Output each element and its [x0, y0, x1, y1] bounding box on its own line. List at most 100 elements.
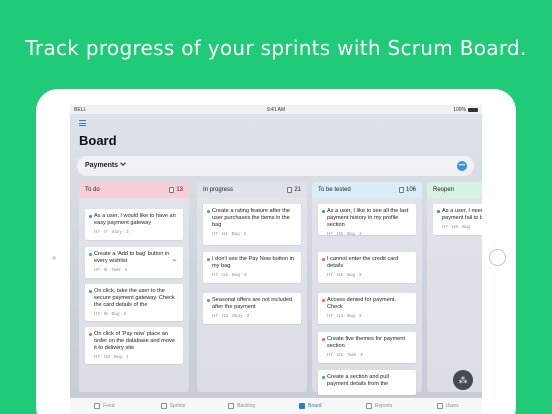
story-card[interactable]: As a user, I need box if my payment fail… — [433, 204, 482, 235]
story-card[interactable]: I don't see the Pay Now button in my bag… — [203, 252, 301, 283]
tab-sprints[interactable]: Sprints — [139, 398, 208, 414]
tab-label: Backlog — [237, 403, 256, 409]
chevron-down-icon — [120, 160, 126, 166]
story-card[interactable]: Access denied for payment. Check H7 · I14… — [318, 293, 416, 324]
board-icon — [299, 403, 306, 409]
column-title: To do — [85, 187, 100, 193]
card-meta: H7 · I13 · Story · 3 — [212, 312, 250, 318]
card-meta: H7 · I14 · Bug · 3 — [327, 312, 362, 318]
cards-icon — [398, 187, 404, 193]
column-header[interactable]: To do 13 — [79, 182, 189, 198]
story-card[interactable]: On click, take the user to the secure pa… — [85, 284, 183, 321]
project-selector[interactable]: Payments — [85, 160, 126, 169]
story-card[interactable]: On click of 'Pay now' place an order on … — [85, 327, 183, 364]
tab-bar: Feed Sprints Backlog Board Reports Users — [70, 397, 482, 414]
app-screen: BELL 9:41 AM 100% Board Payments ••• To … — [70, 105, 482, 414]
card-meta: H7 · I12 · Bug · 3 — [212, 271, 247, 277]
reports-icon — [365, 403, 372, 409]
priority-dot-icon — [322, 338, 325, 341]
priority-dot-icon — [89, 253, 92, 256]
story-card[interactable]: As a user, I would like to have an easy … — [85, 209, 183, 240]
column-count-value: 21 — [294, 187, 301, 193]
hamburger-menu-icon[interactable] — [79, 120, 86, 128]
card-meta: H7 · I10 · Bug · 1 — [94, 353, 129, 359]
home-button[interactable] — [489, 249, 506, 266]
card-title: Create a 'Add to bag' button in every wi… — [94, 251, 170, 264]
story-card[interactable]: As a user, I like to see all the last pa… — [318, 204, 416, 236]
column-count: 106 — [398, 187, 416, 193]
priority-dot-icon — [89, 215, 92, 218]
column-title: To be tested — [318, 187, 351, 193]
card-title: I cannot enter the credit card details — [327, 256, 399, 269]
card-title: On click of 'Pay now' place an order on … — [94, 331, 175, 351]
story-card[interactable]: Seasonal offers are not included after t… — [203, 293, 301, 324]
priority-dot-icon — [207, 299, 210, 302]
card-title: Create five themes for payment section — [327, 336, 406, 349]
column-count: 21 — [287, 187, 301, 193]
priority-dot-icon — [437, 210, 440, 213]
story-card[interactable]: I cannot enter the credit card details H7… — [318, 252, 416, 283]
battery-icon — [468, 108, 478, 112]
tab-reports[interactable]: Reports — [345, 398, 414, 414]
card-title: As a user, I would like to have an easy … — [94, 213, 176, 226]
status-bar: BELL 9:41 AM 100% — [70, 105, 482, 114]
feed-icon — [94, 403, 101, 409]
card-meta: H7 · I18 · Bug — [442, 223, 471, 229]
users-icon — [436, 403, 443, 409]
card-title: As a user, I like to see all the last pa… — [327, 208, 409, 228]
project-filter-bar: Payments ••• — [77, 156, 474, 176]
card-meta: H7 · I11 · Bug · 3 — [212, 230, 247, 236]
priority-dot-icon — [322, 258, 325, 261]
battery-label: 100% — [453, 107, 466, 113]
priority-dot-icon — [322, 210, 325, 213]
card-meta: H7 · I9 · Bug · 3 — [94, 310, 127, 316]
card-title: I don't see the Pay Now button in my bag — [212, 256, 294, 269]
board-column: To be tested 106 As a user, I like to see … — [312, 182, 422, 395]
tab-board[interactable]: Board — [276, 398, 345, 414]
tab-label: Sprints — [169, 403, 186, 409]
project-name: Payments — [85, 162, 119, 169]
tab-users[interactable]: Users — [413, 398, 482, 414]
priority-dot-icon — [207, 210, 210, 213]
card-title: On click, take the user to the secure pa… — [94, 288, 175, 308]
story-card[interactable]: Create five themes for payment section H7… — [318, 332, 416, 363]
sprints-icon — [160, 403, 167, 409]
priority-dot-icon — [89, 333, 92, 336]
tab-label: Board — [308, 403, 322, 409]
camera-icon — [52, 256, 56, 260]
column-header[interactable]: In progress 21 — [197, 182, 307, 198]
priority-dot-icon — [207, 258, 210, 261]
column-header[interactable]: Reopen — [427, 182, 482, 198]
story-card[interactable]: Create a section and pull payment detail… — [318, 370, 416, 395]
card-meta: H7 · I13 · Task · 3 — [327, 351, 363, 357]
page-title: Board — [79, 133, 117, 148]
cards-icon — [287, 187, 293, 193]
column-count-value: 13 — [176, 187, 183, 193]
column-count-value: 106 — [405, 187, 416, 193]
column-count: 13 — [169, 187, 183, 193]
column-title: In progress — [203, 187, 234, 193]
card-title: Access denied for payment. Check — [327, 297, 397, 310]
more-options-icon[interactable]: ••• — [457, 161, 467, 171]
board-column: Reopen As a user, I need box if my paymen… — [427, 182, 482, 392]
tab-feed[interactable]: Feed — [70, 398, 139, 414]
column-header[interactable]: To be tested 106 — [312, 182, 422, 198]
board-column: To do 13 As a user, I would like to have a… — [79, 182, 189, 392]
card-meta: H7 · I8 · Task · 3 — [94, 266, 128, 272]
battery-indicator: 100% — [453, 107, 478, 113]
card-meta: H7 · I7 · Story · 3 — [94, 228, 129, 234]
story-card[interactable]: Create a rating feature after the user p… — [203, 204, 301, 245]
tab-backlog[interactable]: Backlog — [207, 398, 276, 414]
card-meta: H7 · I15 · Bug · 3 — [327, 230, 362, 236]
priority-dot-icon — [322, 299, 325, 302]
board-column: In progress 21 Create a rating feature aft… — [197, 182, 307, 392]
tab-label: Users — [445, 403, 459, 409]
card-title: As a user, I need box if my payment fail… — [442, 208, 482, 221]
cards-icon — [169, 187, 175, 193]
story-card[interactable]: Create a 'Add to bag' button in every wi… — [85, 247, 183, 278]
card-meta: H7 · I16 · Bug · 3 — [327, 271, 362, 277]
priority-dot-icon — [322, 376, 325, 379]
priority-dot-icon — [89, 290, 92, 293]
grid-view-fab-icon[interactable]: ⁂ — [453, 370, 473, 390]
backlog-icon — [228, 403, 235, 409]
